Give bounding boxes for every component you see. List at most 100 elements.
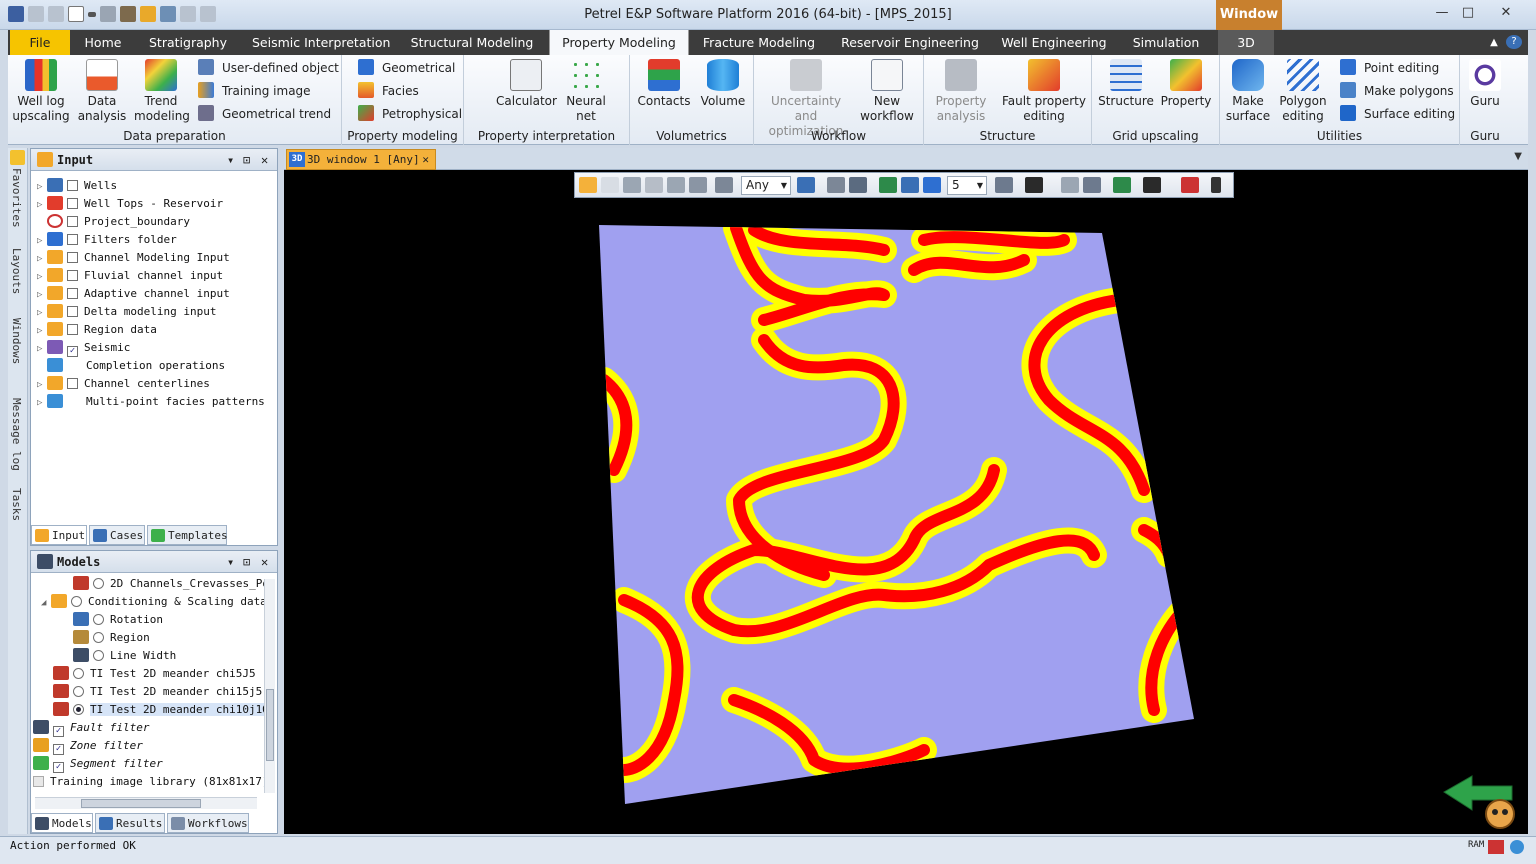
polygon-editing-button[interactable]: Polygon editing (1276, 59, 1330, 124)
active-radio[interactable] (73, 704, 84, 715)
models-tree-item[interactable]: Training image library (81x81x17) (33, 773, 269, 789)
side-tab-favorites[interactable]: Favorites (10, 168, 23, 228)
models-tree-item[interactable]: Rotation (73, 611, 163, 629)
pin-icon[interactable]: ⊡ (243, 551, 250, 573)
side-tab-message-log[interactable]: Message log (10, 398, 23, 471)
tab-cases[interactable]: Cases (89, 525, 145, 545)
expand-icon[interactable]: ▷ (37, 394, 47, 412)
tab-list-dropdown-icon[interactable]: ▼ (1514, 151, 1522, 162)
input-tree-item[interactable]: Completion operations (37, 357, 225, 375)
3d-viewport[interactable]: Any ▼ 5 ▼ (284, 170, 1528, 834)
expand-icon[interactable]: ▷ (37, 268, 47, 286)
make-surface-button[interactable]: Make surface (1224, 59, 1272, 124)
guru-button[interactable]: Guru (1462, 59, 1508, 109)
visibility-checkbox[interactable]: ✓ (67, 346, 78, 357)
filter-checkbox[interactable]: ✓ (53, 762, 64, 773)
side-tab-layouts[interactable]: Layouts (10, 248, 23, 294)
pin-icon[interactable]: ⊡ (243, 149, 250, 171)
filter-checkbox[interactable]: ✓ (53, 726, 64, 737)
models-horizontal-scrollbar[interactable] (35, 797, 257, 809)
help-icon[interactable]: ? (1506, 35, 1522, 49)
input-tree-item[interactable]: ▷ Fluvial channel input (37, 267, 223, 285)
visibility-checkbox[interactable] (67, 288, 78, 299)
active-radio[interactable] (93, 650, 104, 661)
ram-meter-icon[interactable] (1488, 840, 1504, 854)
visibility-checkbox[interactable] (67, 216, 78, 227)
calculator-button[interactable]: Calculator (496, 59, 557, 109)
input-tree-item[interactable]: ▷ Multi-point facies patterns (37, 393, 265, 411)
tab-workflows[interactable]: Workflows (167, 813, 249, 833)
collapse-ribbon-icon[interactable]: ▲ (1486, 30, 1502, 55)
visibility-checkbox[interactable] (67, 270, 78, 281)
hscroll-thumb[interactable] (81, 799, 201, 808)
input-tree-item[interactable]: ▷ Channel centerlines (37, 375, 210, 393)
expand-icon[interactable]: ▷ (37, 322, 47, 340)
grid-structure-button[interactable]: Structure (1098, 59, 1154, 109)
tab-models[interactable]: Models (31, 813, 93, 833)
well-log-upscaling-button[interactable]: Well log upscaling (12, 59, 70, 124)
tab-3d[interactable]: 3D (1218, 30, 1274, 55)
active-radio[interactable] (93, 578, 104, 589)
window-context-tab[interactable]: Window (1216, 0, 1282, 30)
models-tree-item[interactable]: ✓ Fault filter (33, 719, 149, 737)
user-defined-object-button[interactable]: User-defined object (198, 59, 339, 77)
tab-structural-modeling[interactable]: Structural Modeling (408, 30, 536, 55)
models-tree-item[interactable]: ✓ Segment filter (33, 755, 163, 773)
panel-dropdown-icon[interactable]: ▾ (227, 551, 234, 573)
maximize-icon[interactable]: □ (1456, 4, 1480, 22)
expand-icon[interactable]: ▷ (37, 376, 47, 394)
expand-icon[interactable]: ▷ (37, 304, 47, 322)
tab-fracture-modeling[interactable]: Fracture Modeling (700, 30, 818, 55)
visibility-checkbox[interactable] (67, 198, 78, 209)
library-checkbox[interactable] (33, 776, 44, 787)
visibility-checkbox[interactable] (67, 180, 78, 191)
input-tree-item[interactable]: ▷ Delta modeling input (37, 303, 216, 321)
side-tab-tasks[interactable]: Tasks (10, 488, 23, 521)
active-radio[interactable] (71, 596, 82, 607)
point-editing-button[interactable]: Point editing (1340, 59, 1439, 77)
close-icon[interactable]: ✕ (1494, 4, 1518, 22)
visibility-checkbox[interactable] (67, 306, 78, 317)
property-analysis-button[interactable]: Property analysis (928, 59, 994, 124)
models-tree-item[interactable]: TI Test 2D meander chi5J5 (53, 665, 256, 683)
tab-well-engineering[interactable]: Well Engineering (998, 30, 1110, 55)
models-tree-item[interactable]: Region (73, 629, 150, 647)
side-tab-windows[interactable]: Windows (10, 318, 23, 364)
expand-icon[interactable]: ▷ (37, 250, 47, 268)
tab-templates[interactable]: Templates (147, 525, 228, 545)
neural-net-button[interactable]: Neural net (562, 59, 610, 124)
data-analysis-button[interactable]: Data analysis (76, 59, 128, 124)
trend-modeling-button[interactable]: Trend modeling (134, 59, 190, 124)
tab-3d-window[interactable]: 3D 3D window 1 [Any] ✕ (286, 149, 436, 170)
tab-simulation[interactable]: Simulation (1126, 30, 1206, 55)
models-tree-item[interactable]: ◢ Conditioning & Scaling data (41, 593, 267, 611)
make-polygons-button[interactable]: Make polygons (1340, 82, 1454, 100)
input-tree-item[interactable]: ▷ Filters folder (37, 231, 177, 249)
expand-icon[interactable]: ▷ (37, 232, 47, 250)
panel-close-icon[interactable]: ✕ (261, 149, 268, 171)
grid-property-button[interactable]: Property (1158, 59, 1214, 109)
tab-input[interactable]: Input (31, 525, 87, 545)
panel-close-icon[interactable]: ✕ (261, 551, 268, 573)
input-tree-item[interactable]: ▷ Region data (37, 321, 157, 339)
expand-icon[interactable]: ▷ (37, 178, 47, 196)
tab-home[interactable]: Home (78, 30, 128, 55)
expand-icon[interactable]: ▷ (37, 286, 47, 304)
active-radio[interactable] (73, 668, 84, 679)
active-radio[interactable] (73, 686, 84, 697)
tab-close-icon[interactable]: ✕ (422, 150, 429, 169)
input-tree-item[interactable]: Project_boundary (37, 213, 190, 231)
tab-file[interactable]: File (10, 30, 70, 55)
visibility-checkbox[interactable] (67, 378, 78, 389)
collapse-icon[interactable]: ◢ (41, 594, 51, 612)
active-radio[interactable] (93, 614, 104, 625)
uncertainty-optimization-button[interactable]: Uncertainty and optimization (760, 59, 852, 139)
expand-icon[interactable]: ▷ (37, 196, 47, 214)
surface-editing-button[interactable]: Surface editing (1340, 105, 1455, 123)
fault-property-editing-button[interactable]: Fault property editing (1000, 59, 1088, 124)
input-tree-item[interactable]: ▷ ✓ Seismic (37, 339, 130, 357)
input-tree-item[interactable]: ▷ Channel Modeling Input (37, 249, 230, 267)
training-image-button[interactable]: Training image (198, 82, 311, 100)
contacts-button[interactable]: Contacts (636, 59, 692, 109)
north-arrow-icon[interactable] (1442, 774, 1522, 832)
